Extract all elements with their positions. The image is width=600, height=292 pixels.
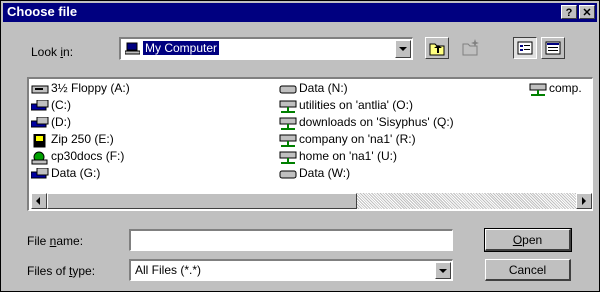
list-item[interactable]: Data (N:) — [279, 80, 348, 96]
shared-drive-icon — [31, 151, 49, 165]
list-item[interactable]: (C:) — [30, 97, 71, 113]
network-drive-icon — [529, 83, 547, 96]
window-title: Choose file — [7, 4, 78, 19]
list-item[interactable]: Data (W:) — [279, 165, 350, 181]
open-button[interactable]: Open — [484, 228, 572, 252]
help-button[interactable]: ? — [561, 5, 577, 19]
file-name-label: File name: — [27, 234, 84, 248]
list-item[interactable]: utilities on 'antlia' (O:) — [279, 97, 413, 113]
hard-drive-icon — [30, 167, 49, 180]
look-in-label: Look in: — [31, 45, 74, 59]
horizontal-scrollbar[interactable] — [31, 193, 592, 209]
file-type-dropdown-button[interactable] — [435, 262, 451, 279]
drive-icon — [279, 83, 297, 95]
list-item[interactable]: cp30docs (F:) — [31, 148, 124, 165]
scroll-thumb[interactable] — [47, 193, 357, 209]
look-in-value: My Computer — [143, 41, 220, 55]
network-drive-icon — [279, 134, 297, 147]
cancel-button[interactable]: Cancel — [485, 259, 571, 281]
drive-icon — [279, 168, 297, 180]
network-drive-icon — [279, 100, 297, 113]
up-folder-icon — [429, 43, 445, 56]
file-name-input[interactable] — [129, 229, 453, 251]
file-type-combobox[interactable]: All Files (*.*) — [129, 259, 453, 281]
look-in-dropdown-button[interactable] — [395, 40, 411, 58]
title-bar[interactable]: Choose file ? ✕ — [3, 3, 597, 22]
list-item[interactable]: Zip 250 (E:) — [31, 131, 114, 148]
look-in-combobox[interactable]: My Computer — [119, 37, 413, 60]
list-item[interactable]: company on 'na1' (R:) — [279, 131, 416, 147]
list-item[interactable]: 3½ Floppy (A:) — [31, 80, 130, 96]
scroll-left-button[interactable] — [31, 193, 47, 209]
list-item[interactable]: Data (G:) — [30, 165, 100, 181]
choose-file-dialog: Choose file ? ✕ Look in: My Computer 3½ … — [0, 0, 600, 292]
floppy-drive-icon — [31, 83, 49, 95]
details-view-icon — [545, 41, 561, 55]
details-view-button[interactable] — [541, 37, 565, 59]
hard-drive-icon — [30, 116, 49, 129]
up-folder-button[interactable] — [425, 37, 449, 59]
network-drive-icon — [279, 151, 297, 164]
list-view-button[interactable] — [513, 37, 537, 59]
scroll-track[interactable] — [357, 193, 576, 209]
list-item[interactable]: comp. — [529, 80, 582, 96]
file-type-value: All Files (*.*) — [135, 263, 202, 277]
hard-drive-icon — [30, 99, 49, 112]
list-item[interactable]: home on 'na1' (U:) — [279, 148, 397, 164]
list-item[interactable]: downloads on 'Sisyphus' (Q:) — [279, 114, 454, 130]
list-item[interactable]: (D:) — [30, 114, 71, 130]
network-drive-icon — [279, 117, 297, 130]
list-view-icon — [517, 41, 533, 55]
new-folder-icon — [462, 39, 479, 56]
scroll-right-button[interactable] — [576, 193, 592, 209]
my-computer-icon — [124, 42, 141, 55]
zip-drive-icon — [31, 133, 49, 148]
file-list[interactable]: 3½ Floppy (A:) (C:) (D:) Zip 250 (E:) cp… — [27, 77, 593, 211]
new-folder-button[interactable] — [459, 37, 483, 59]
close-button[interactable]: ✕ — [579, 5, 595, 19]
file-type-label: Files of type: — [27, 264, 96, 278]
